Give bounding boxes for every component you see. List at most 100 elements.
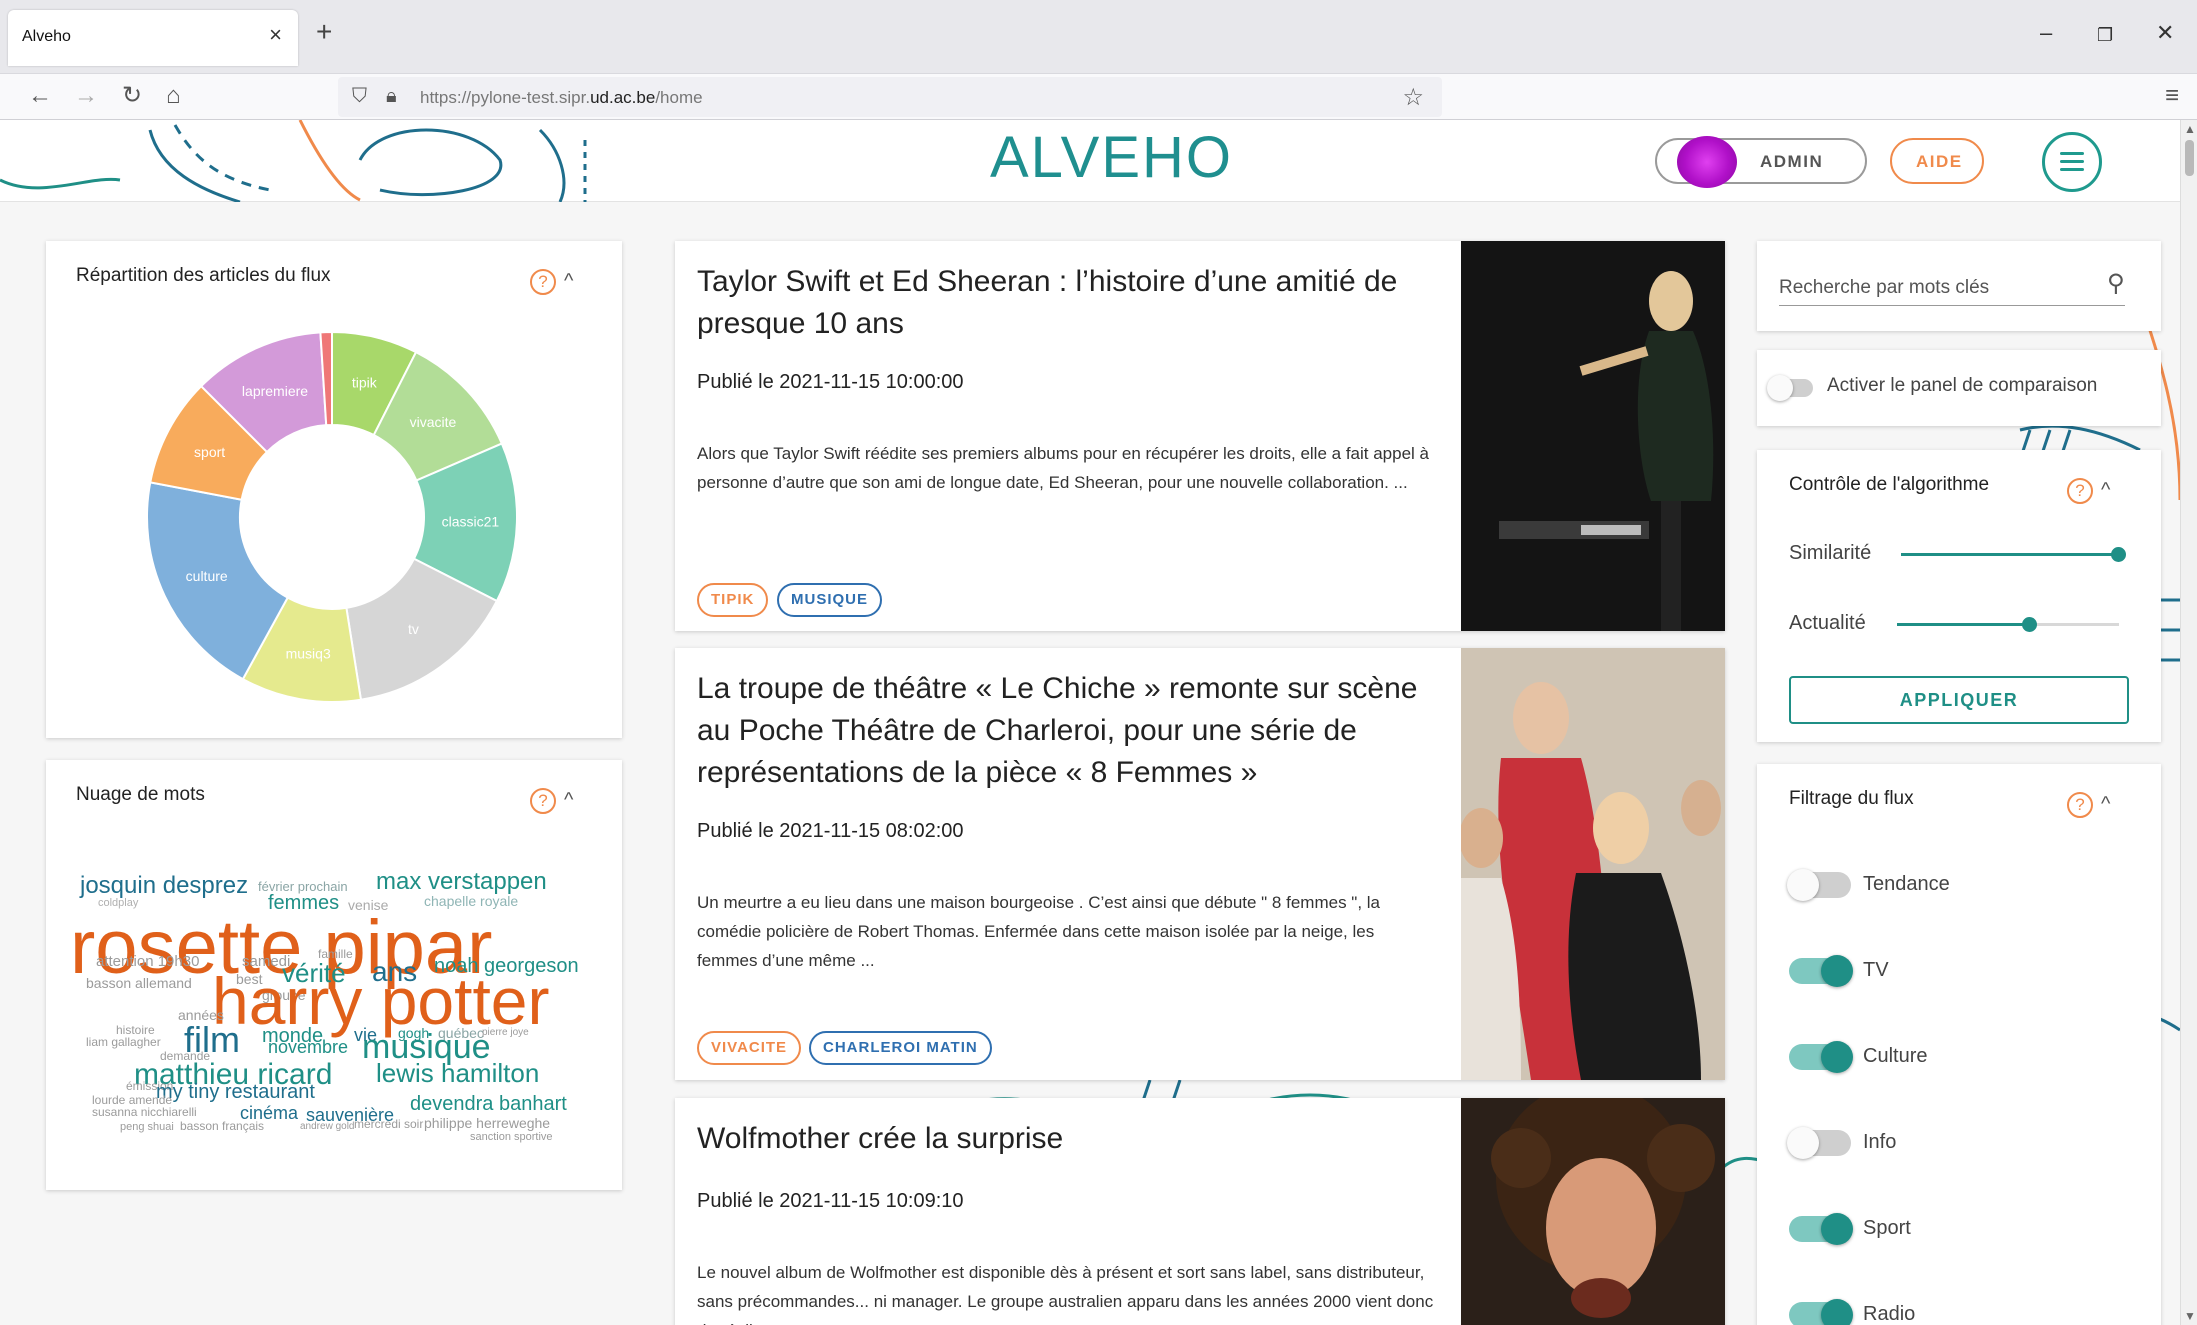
admin-button[interactable]: ADMIN bbox=[1655, 136, 1867, 188]
word-cloud-word[interactable]: susanna nicchiarelli bbox=[92, 1106, 197, 1118]
article-card[interactable]: Wolfmother crée la surprise Publié le 20… bbox=[675, 1098, 1725, 1325]
filter-label: Tendance bbox=[1863, 873, 1950, 895]
word-cloud-word[interactable]: sanction sportive bbox=[470, 1132, 553, 1143]
word-cloud-word[interactable]: my tiny restaurant bbox=[156, 1082, 315, 1102]
donut-slice-label: tipik bbox=[352, 374, 378, 390]
filter-toggle[interactable] bbox=[1789, 1041, 1853, 1073]
singer-photo bbox=[1461, 1098, 1725, 1325]
slider-fill bbox=[1901, 553, 2119, 556]
scroll-thumb[interactable] bbox=[2185, 140, 2194, 176]
similarite-slider[interactable] bbox=[1901, 547, 2126, 562]
donut-slice-label: tv bbox=[408, 621, 419, 637]
header-decoration bbox=[0, 120, 587, 202]
close-icon[interactable]: × bbox=[269, 24, 282, 46]
article-summary: Un meurtre a eu lieu dans une maison bou… bbox=[697, 893, 1381, 970]
slider-thumb[interactable] bbox=[2111, 547, 2126, 562]
article-title[interactable]: Taylor Swift et Ed Sheeran : l’histoire … bbox=[697, 261, 1437, 345]
word-cloud-word[interactable]: philippe herreweghe bbox=[424, 1116, 550, 1130]
forward-icon[interactable]: → bbox=[74, 84, 98, 108]
donut-slice-label: lapremiere bbox=[242, 383, 308, 399]
word-cloud-word[interactable]: basson allemand bbox=[86, 976, 192, 990]
scroll-up-icon[interactable]: ▲ bbox=[2184, 122, 2196, 136]
search-underline bbox=[1779, 305, 2125, 306]
article-date: Publié le 2021-11-15 08:02:00 bbox=[697, 820, 964, 842]
actualite-label: Actualité bbox=[1789, 612, 1866, 634]
wordcloud-card: Nuage de mots ? ^ josquin desprez février… bbox=[46, 760, 622, 1190]
article-title[interactable]: Wolfmother crée la surprise bbox=[697, 1118, 1437, 1160]
slider-thumb[interactable] bbox=[2022, 617, 2038, 632]
home-icon[interactable]: ⌂ bbox=[166, 84, 181, 108]
minimize-icon[interactable]: – bbox=[2040, 22, 2052, 44]
word-cloud-word[interactable]: attention 19h30 bbox=[96, 954, 199, 969]
article-title[interactable]: La troupe de théâtre « Le Chiche » remon… bbox=[697, 668, 1437, 794]
tag-tipik[interactable]: TIPIK bbox=[697, 583, 769, 617]
tag-vivacite[interactable]: VIVACITE bbox=[697, 1031, 802, 1065]
donut-slice-label: musiq3 bbox=[286, 645, 331, 661]
page-scrollbar[interactable]: ▲ ▼ bbox=[2180, 120, 2197, 1325]
avatar bbox=[1677, 136, 1737, 188]
page: ALVEHO ADMIN AIDE Répartition des articl… bbox=[0, 120, 2180, 1325]
chevron-up-icon[interactable]: ^ bbox=[2101, 794, 2110, 814]
app-logo[interactable]: ALVEHO bbox=[990, 124, 1233, 191]
filter-label: Radio bbox=[1863, 1303, 1916, 1325]
comparison-toggle[interactable] bbox=[1767, 375, 1813, 401]
word-cloud-word[interactable]: lewis hamilton bbox=[376, 1060, 539, 1086]
main-menu-button[interactable] bbox=[2042, 132, 2102, 192]
word-cloud-word[interactable]: max verstappen bbox=[376, 870, 547, 894]
article-summary: Le nouvel album de Wolfmother est dispon… bbox=[697, 1263, 1434, 1325]
aide-button[interactable]: AIDE bbox=[1890, 138, 1984, 184]
search-input[interactable]: Recherche par mots clés bbox=[1779, 277, 1989, 299]
article-image[interactable] bbox=[1461, 241, 1725, 631]
browser-menu-icon[interactable]: ≡ bbox=[2165, 82, 2179, 110]
help-icon[interactable]: ? bbox=[2067, 792, 2093, 818]
comparison-label: Activer le panel de comparaison bbox=[1827, 375, 2098, 396]
word-cloud-word[interactable]: peng shuai bbox=[120, 1122, 174, 1133]
scroll-down-icon[interactable]: ▼ bbox=[2184, 1309, 2196, 1323]
filter-toggle[interactable] bbox=[1789, 1213, 1853, 1245]
article-card[interactable]: La troupe de théâtre « Le Chiche » remon… bbox=[675, 648, 1725, 1080]
filter-label: Sport bbox=[1863, 1217, 1911, 1239]
reload-icon[interactable]: ↻ bbox=[122, 84, 142, 108]
chevron-up-icon[interactable]: ^ bbox=[2101, 480, 2110, 500]
filter-toggle[interactable] bbox=[1789, 955, 1853, 987]
toggle-knob bbox=[1767, 375, 1793, 401]
word-cloud-word[interactable]: devendra banhart bbox=[410, 1094, 567, 1114]
url-text[interactable]: https://pylone-test.sipr.ud.ac.be/home bbox=[420, 88, 703, 108]
aide-label: AIDE bbox=[1916, 152, 1963, 171]
tag-charleroi-matin[interactable]: CHARLEROI MATIN bbox=[809, 1031, 992, 1065]
filter-toggle[interactable] bbox=[1789, 1299, 1853, 1325]
filter-toggle[interactable] bbox=[1787, 1127, 1851, 1159]
search-icon[interactable]: ⚲ bbox=[2107, 269, 2125, 298]
shield-icon[interactable]: ⛉ bbox=[352, 85, 367, 108]
chevron-up-icon[interactable]: ^ bbox=[564, 271, 573, 291]
word-cloud-word[interactable]: andrew gold bbox=[300, 1122, 354, 1132]
bookmark-star-icon[interactable]: ☆ bbox=[1402, 83, 1424, 112]
restore-icon[interactable]: ❐ bbox=[2097, 24, 2113, 46]
word-cloud-word[interactable]: liam gallagher bbox=[86, 1036, 161, 1048]
concert-photo bbox=[1461, 241, 1725, 631]
word-cloud-word[interactable]: josquin desprez bbox=[80, 874, 248, 898]
help-icon[interactable]: ? bbox=[2067, 478, 2093, 504]
toggle-knob bbox=[1821, 955, 1853, 987]
address-bar[interactable]: ⛉ 🔒︎ https://pylone-test.sipr.ud.ac.be/h… bbox=[338, 77, 1442, 117]
window-close-icon[interactable]: ✕ bbox=[2156, 22, 2174, 44]
word-cloud-word[interactable]: basson français bbox=[180, 1120, 264, 1132]
actualite-slider[interactable] bbox=[1897, 617, 2119, 632]
word-cloud-word[interactable]: mercredi soir bbox=[354, 1118, 423, 1130]
apply-button[interactable]: APPLIQUER bbox=[1789, 676, 2129, 724]
word-cloud-word[interactable]: novembre bbox=[268, 1038, 348, 1056]
filter-toggle[interactable] bbox=[1787, 869, 1851, 901]
article-date: Publié le 2021-11-15 10:00:00 bbox=[697, 371, 964, 393]
article-card[interactable]: Taylor Swift et Ed Sheeran : l’histoire … bbox=[675, 241, 1725, 631]
admin-label: ADMIN bbox=[1760, 152, 1824, 171]
browser-tab[interactable]: Alveho × bbox=[8, 10, 298, 66]
article-image[interactable] bbox=[1461, 1098, 1725, 1325]
new-tab-icon[interactable]: + bbox=[316, 18, 332, 46]
filter-label: Info bbox=[1863, 1131, 1897, 1153]
tag-musique[interactable]: MUSIQUE bbox=[777, 583, 883, 617]
search-card: Recherche par mots clés ⚲ bbox=[1757, 241, 2161, 331]
back-icon[interactable]: ← bbox=[28, 84, 52, 108]
article-image[interactable] bbox=[1461, 648, 1725, 1080]
help-icon[interactable]: ? bbox=[530, 269, 556, 295]
lock-icon[interactable]: 🔒︎ bbox=[386, 85, 397, 108]
